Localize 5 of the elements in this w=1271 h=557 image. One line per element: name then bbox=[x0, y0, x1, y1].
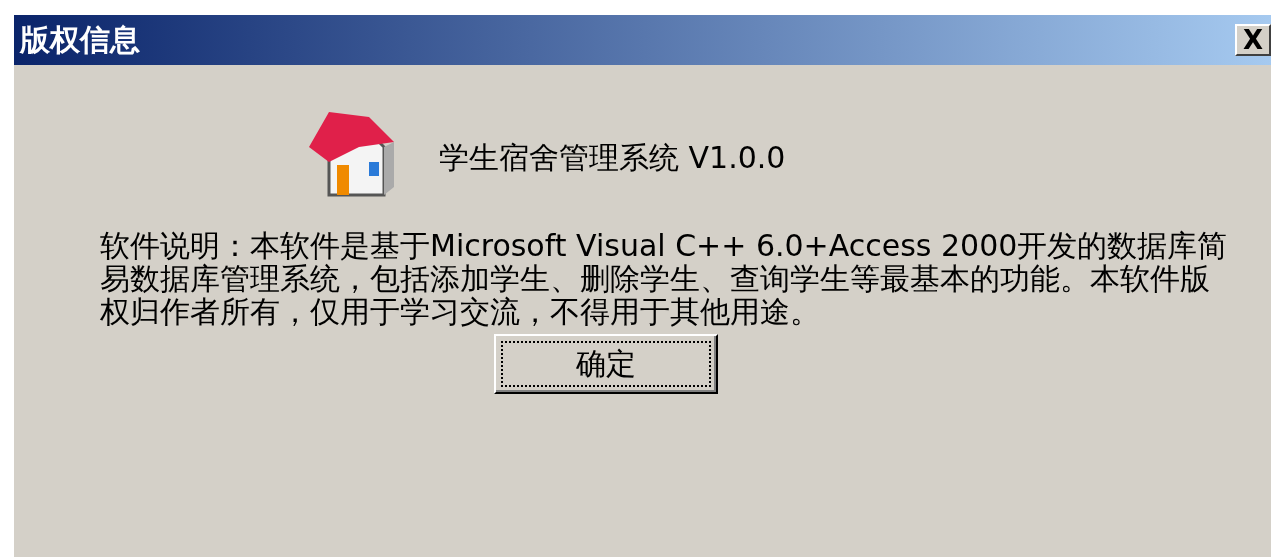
window-title: 版权信息 bbox=[20, 25, 140, 55]
product-name: 学生宿舍管理系统 V1.0.0 bbox=[439, 138, 786, 177]
description-text: 软件说明：本软件是基于Microsoft Visual C++ 6.0+Access 2000开发的数据库简易数据库管理系统，包括添加学生、删除学生、查询学生等最基本的功能。本软件版权归作者所有，仅用于学习交流，不得用于其他用途。 bbox=[100, 229, 1229, 328]
close-button[interactable]: X bbox=[1235, 24, 1271, 56]
ok-button[interactable]: 确定 bbox=[494, 334, 718, 394]
